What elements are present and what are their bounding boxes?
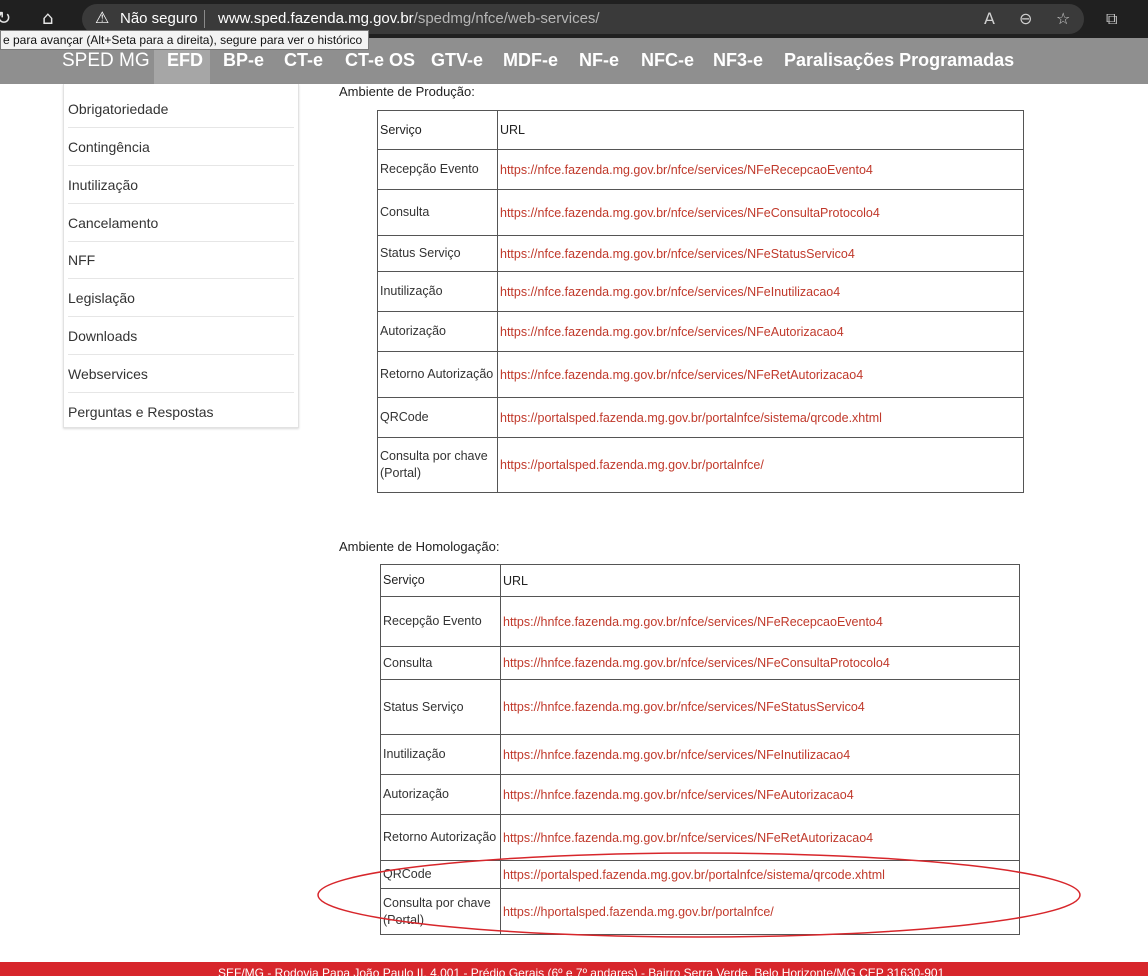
- highlight-ellipse: [317, 852, 1081, 938]
- site-footer: SEF/MG - Rodovia Papa João Paulo II, 4.0…: [0, 962, 1148, 976]
- footer-address: SEF/MG - Rodovia Papa João Paulo II, 4.0…: [218, 966, 945, 976]
- annotation-ellipse: [317, 852, 1081, 938]
